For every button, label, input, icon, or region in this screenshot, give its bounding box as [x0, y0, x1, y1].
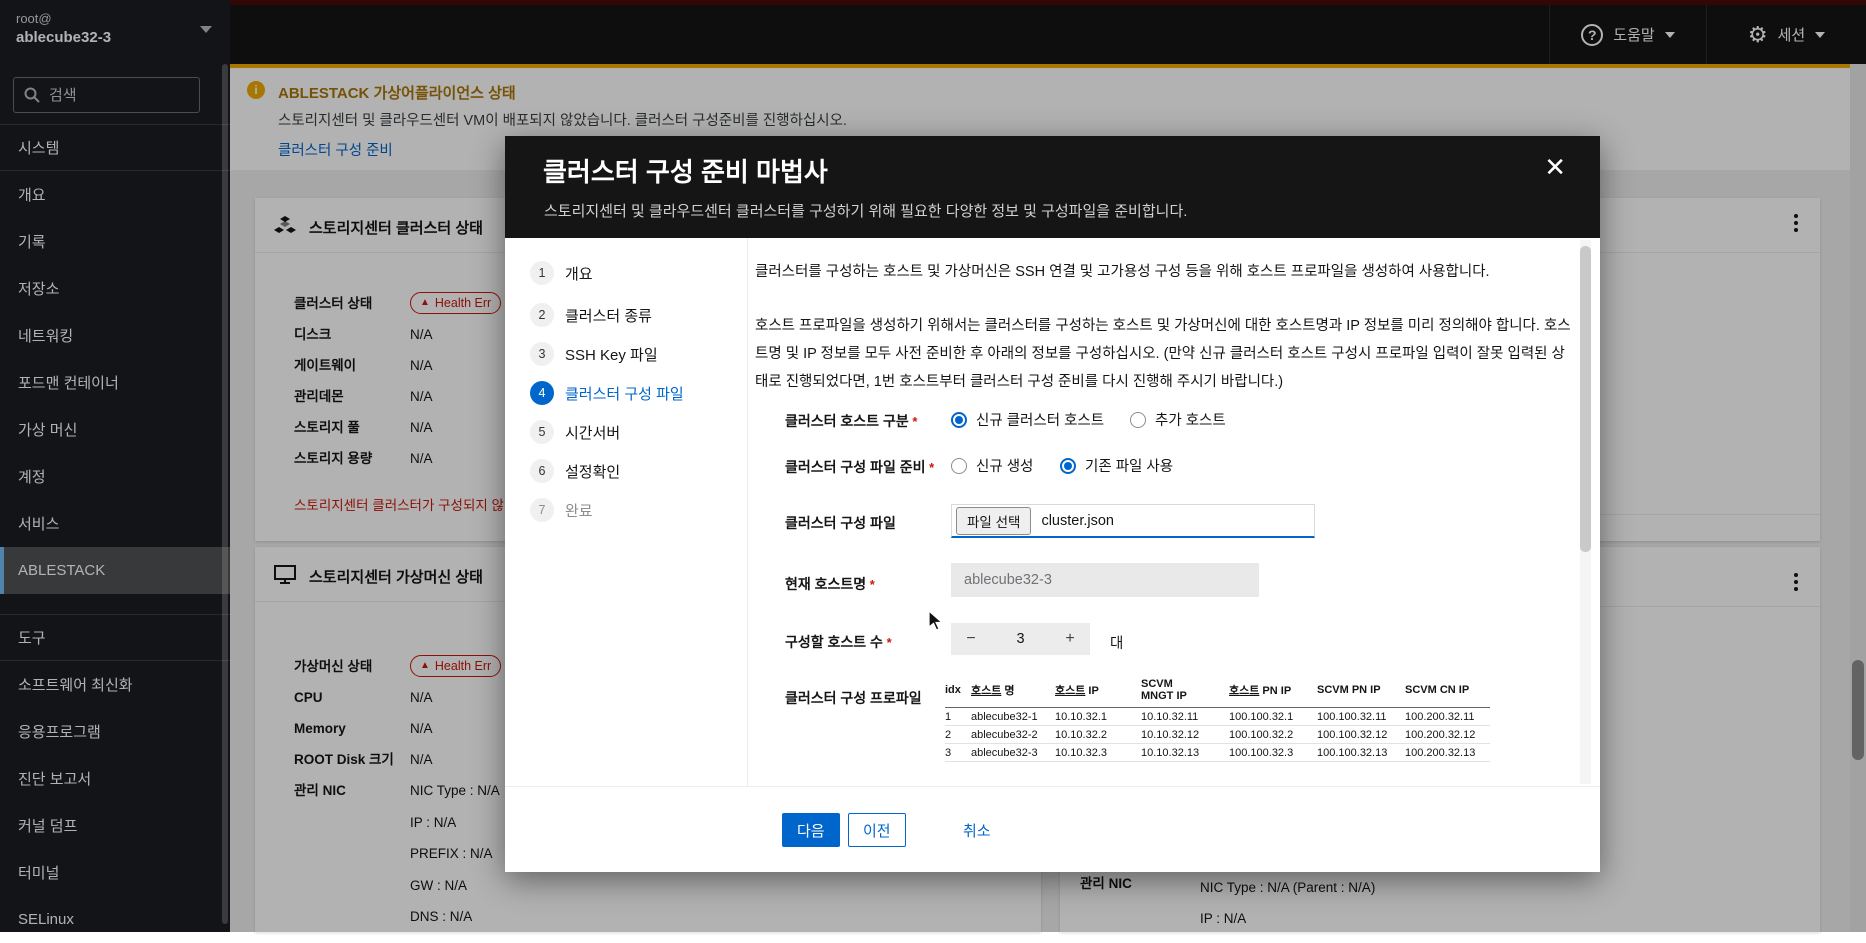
table-cell: ablecube32-1: [971, 710, 1038, 723]
wizard-step[interactable]: 4 클러스터 구성 파일: [530, 381, 684, 405]
wizard-steps-nav: 1 개요 2 클러스터 종류 3 SSH Key 파일 4 클러스터 구성 파일 5 시간서버 6 설…: [505, 238, 748, 786]
field-label-host-count: 구성할 호스트 수: [785, 632, 892, 652]
step-number: 6: [530, 459, 554, 483]
field-label-config-file: 클러스터 구성 파일: [785, 515, 896, 531]
table-cell: 100.100.32.12: [1317, 728, 1388, 741]
field-label-host-type: 클러스터 호스트 구분: [785, 411, 917, 431]
table-row: 2 ablecube32-2 10.10.32.2 10.10.32.12 100.10…: [945, 726, 1490, 744]
cluster-profile-table: idx 호스트 명 호스트 IP SCVM MNGT IP 호스트 PN IP SCVM …: [945, 676, 1490, 762]
mouse-cursor: [928, 610, 944, 631]
wizard-step[interactable]: 3 SSH Key 파일: [530, 342, 658, 366]
prev-button[interactable]: 이전: [848, 813, 906, 847]
step-number: 5: [530, 420, 554, 444]
host-count-unit: 대: [1110, 636, 1124, 652]
next-button[interactable]: 다음: [782, 813, 840, 847]
column-header: 호스트 명: [971, 684, 1015, 697]
table-cell: 100.100.32.13: [1317, 746, 1388, 759]
scrollbar-thumb[interactable]: [1580, 246, 1591, 552]
stepper-plus-button[interactable]: +: [1050, 630, 1090, 648]
radio-icon[interactable]: [1130, 411, 1146, 428]
current-hostname-input: [951, 563, 1259, 597]
column-header: SCVM MNGT IP: [1141, 677, 1187, 702]
step-label: SSH Key 파일: [565, 346, 658, 364]
cluster-wizard-modal: 클러스터 구성 준비 마법사 스토리지센터 및 클라우드센터 클러스터를 구성하…: [505, 136, 1600, 872]
modal-subtitle: 스토리지센터 및 클라우드센터 클러스터를 구성하기 위해 필요한 다양한 정보…: [544, 203, 1188, 220]
selected-file-name: cluster.json: [1041, 512, 1114, 529]
radio-new-file[interactable]: 신규 생성: [951, 455, 1033, 476]
table-cell: 10.10.32.11: [1141, 710, 1199, 723]
table-cell: ablecube32-3: [971, 746, 1038, 759]
table-cell: 10.10.32.2: [1055, 728, 1107, 741]
wizard-step[interactable]: 7 완료: [530, 498, 593, 522]
host-count-value: 3: [1016, 631, 1025, 647]
table-cell: 100.100.32.1: [1229, 710, 1294, 723]
table-row: 1 ablecube32-1 10.10.32.1 10.10.32.11 100.10…: [945, 708, 1490, 726]
file-select-button[interactable]: 파일 선택: [956, 506, 1032, 535]
radio-additional-host[interactable]: 추가 호스트: [1130, 409, 1226, 430]
modal-scrollbar[interactable]: [1580, 240, 1591, 784]
step-label: 클러스터 구성 파일: [565, 385, 684, 403]
radio-icon[interactable]: [951, 457, 967, 474]
step-number: 3: [530, 342, 554, 366]
intro-paragraph: 호스트 프로파일을 생성하기 위해서는 클러스터를 구성하는 호스트 및 가상머…: [755, 318, 1571, 390]
wizard-step[interactable]: 2 클러스터 종류: [530, 303, 652, 327]
step-label: 완료: [565, 502, 593, 520]
table-cell: 100.100.32.3: [1229, 746, 1294, 759]
modal-header: 클러스터 구성 준비 마법사 스토리지센터 및 클라우드센터 클러스터를 구성하…: [505, 136, 1600, 238]
table-cell: 10.10.32.3: [1055, 746, 1107, 759]
table-header-row: idx 호스트 명 호스트 IP SCVM MNGT IP 호스트 PN IP SCVM …: [945, 676, 1490, 708]
wizard-step[interactable]: 6 설정확인: [530, 459, 620, 483]
table-cell: 3: [945, 746, 952, 759]
step-number: 7: [530, 498, 554, 522]
modal-title: 클러스터 구성 준비 마법사: [543, 157, 828, 187]
column-header: 호스트 IP: [1055, 684, 1099, 697]
table-cell: 100.100.32.2: [1229, 728, 1294, 741]
wizard-footer: 다음 이전 취소: [505, 786, 1600, 872]
radio-existing-file[interactable]: 기존 파일 사용: [1060, 455, 1173, 476]
table-cell: 10.10.32.13: [1141, 746, 1200, 759]
table-row: 3 ablecube32-3 10.10.32.3 10.10.32.13 100.10…: [945, 744, 1490, 762]
table-cell: ablecube32-2: [971, 728, 1038, 741]
step-number: 1: [530, 261, 554, 285]
table-cell: 2: [945, 728, 952, 741]
table-cell: 1: [945, 710, 952, 723]
column-header: idx: [945, 683, 961, 696]
column-header: SCVM PN IP: [1317, 683, 1381, 696]
file-input[interactable]: 파일 선택 cluster.json: [951, 504, 1315, 538]
table-cell: 100.200.32.11: [1405, 710, 1475, 723]
radio-icon[interactable]: [951, 411, 967, 428]
field-label-profile: 클러스터 구성 프로파일: [785, 690, 922, 706]
cancel-button[interactable]: 취소: [963, 820, 991, 841]
column-header: SCVM CN IP: [1405, 683, 1470, 696]
step-label: 클러스터 종류: [565, 307, 652, 325]
wizard-step[interactable]: 5 시간서버: [530, 420, 620, 444]
wizard-step[interactable]: 1 개요: [530, 261, 593, 285]
table-cell: 100.200.32.13: [1405, 746, 1476, 759]
field-label-current-hostname: 현재 호스트명: [785, 574, 875, 594]
radio-icon[interactable]: [1060, 457, 1076, 474]
stepper-minus-button[interactable]: −: [951, 630, 991, 648]
table-cell: 100.100.32.11: [1317, 710, 1387, 723]
column-header: 호스트 PN IP: [1229, 684, 1292, 697]
step-number: 4: [530, 381, 554, 405]
intro-paragraph: 클러스터를 구성하는 호스트 및 가상머신은 SSH 연결 및 고가용성 구성 …: [755, 264, 1490, 280]
step-label: 시간서버: [565, 424, 621, 442]
step-label: 개요: [565, 265, 593, 283]
radio-new-cluster-host[interactable]: 신규 클러스터 호스트: [951, 409, 1104, 430]
close-icon[interactable]: ✕: [1544, 154, 1566, 180]
table-cell: 10.10.32.12: [1141, 728, 1200, 741]
step-label: 설정확인: [565, 463, 621, 481]
step-number: 2: [530, 303, 554, 327]
field-label-file-prep: 클러스터 구성 파일 준비: [785, 457, 934, 477]
wizard-step-content: 클러스터를 구성하는 호스트 및 가상머신은 SSH 연결 및 고가용성 구성 …: [748, 238, 1600, 786]
table-cell: 100.200.32.12: [1405, 728, 1476, 741]
host-count-stepper: − 3 +: [951, 623, 1090, 655]
table-cell: 10.10.32.1: [1055, 710, 1107, 723]
